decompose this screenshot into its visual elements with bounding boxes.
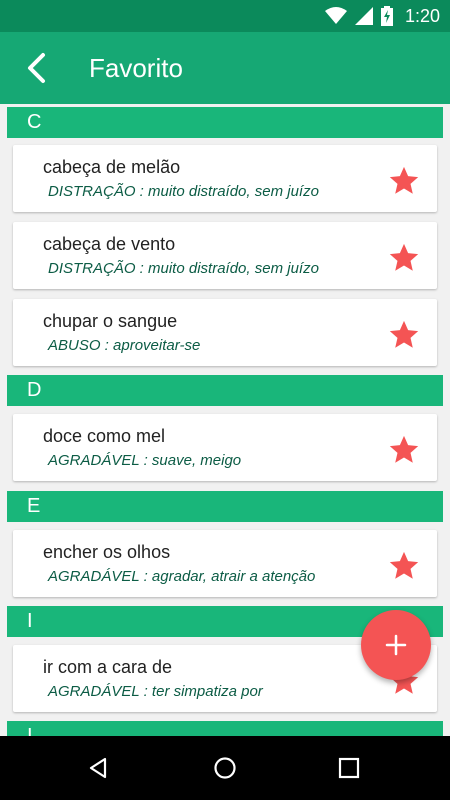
status-time: 1:20 — [404, 5, 440, 26]
item-subtitle: AGRADÁVEL : ter simpatiza por — [48, 683, 263, 700]
star-icon[interactable] — [387, 164, 421, 198]
add-fab-button[interactable] — [361, 610, 431, 680]
section-header-d: D — [7, 375, 443, 406]
list-item[interactable]: doce como mel AGRADÁVEL : suave, meigo — [13, 414, 437, 481]
star-icon[interactable] — [387, 318, 421, 352]
item-title: cabeça de melão — [43, 157, 181, 177]
star-icon[interactable] — [387, 549, 421, 583]
list-item[interactable]: chupar o sangue ABUSO : aproveitar-se — [13, 299, 437, 366]
item-title: doce como mel — [43, 426, 166, 446]
star-icon[interactable] — [387, 241, 421, 275]
signal-icon — [354, 7, 373, 25]
item-subtitle: AGRADÁVEL : agradar, atrair a atenção — [48, 568, 316, 585]
nav-recents-button[interactable] — [329, 748, 369, 788]
app-bar: Favorito — [0, 32, 450, 104]
plus-icon — [385, 634, 407, 656]
item-subtitle: ABUSO : aproveitar-se — [48, 337, 201, 354]
back-triangle-icon — [89, 757, 107, 779]
item-subtitle: DISTRAÇÃO : muito distraído, sem juízo — [48, 183, 319, 200]
star-icon[interactable] — [387, 433, 421, 467]
item-title: ir com a cara de — [43, 657, 173, 677]
recents-square-icon — [338, 757, 360, 779]
wifi-icon — [324, 7, 347, 24]
section-header-c: C — [7, 107, 443, 138]
status-bar: 1:20 — [0, 0, 450, 32]
item-title: chupar o sangue — [43, 311, 178, 331]
item-title: encher os olhos — [43, 542, 171, 562]
system-nav-bar — [0, 736, 450, 800]
item-title: cabeça de vento — [43, 234, 176, 254]
home-circle-icon — [214, 757, 236, 779]
nav-home-button[interactable] — [205, 748, 245, 788]
item-subtitle: AGRADÁVEL : suave, meigo — [48, 452, 242, 469]
battery-charging-icon — [380, 6, 393, 26]
status-icons: 1:20 — [324, 0, 440, 32]
page-title: Favorito — [89, 53, 183, 83]
item-subtitle: DISTRAÇÃO : muito distraído, sem juízo — [48, 260, 319, 277]
list-item[interactable]: encher os olhos AGRADÁVEL : agradar, atr… — [13, 530, 437, 597]
section-header-next: I — [7, 721, 443, 736]
list-item[interactable]: cabeça de vento DISTRAÇÃO : muito distra… — [13, 222, 437, 289]
section-header-e: E — [7, 491, 443, 522]
back-arrow-icon — [28, 53, 45, 83]
list-item[interactable]: cabeça de melão DISTRAÇÃO : muito distra… — [13, 145, 437, 212]
back-button[interactable] — [14, 46, 58, 90]
nav-back-button[interactable] — [79, 748, 119, 788]
